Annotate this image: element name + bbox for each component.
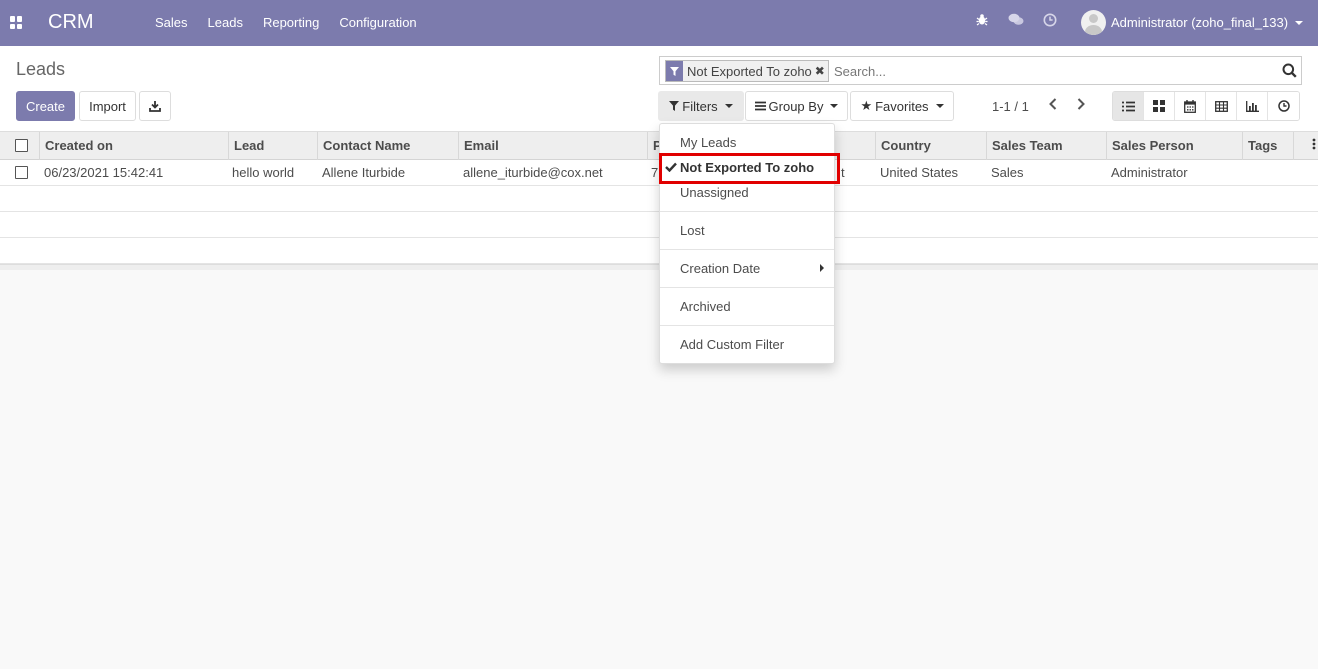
filters-label: Filters [682, 98, 718, 114]
col-phone[interactable]: P [647, 132, 659, 160]
search-facet: Not Exported To zoho ✖ [665, 60, 829, 82]
col-country[interactable]: Country [875, 132, 987, 160]
pivot-view-icon[interactable] [1206, 92, 1237, 120]
group-by-label: Group By [768, 98, 824, 114]
graph-view-icon[interactable] [1237, 92, 1268, 120]
remove-facet-icon[interactable]: ✖ [815, 64, 828, 78]
cell-created-on: 06/23/2021 15:42:41 [44, 165, 164, 180]
page-title: Leads [16, 59, 66, 79]
filter-creation-date[interactable]: Creation Date [660, 261, 834, 276]
user-menu[interactable]: Administrator (zoho_final_133) [1081, 10, 1304, 35]
top-navbar: CRM Sales Leads Reporting Configuration … [0, 0, 1318, 46]
chevron-down-icon [935, 104, 944, 108]
bug-icon[interactable] [970, 13, 994, 33]
divider [660, 211, 834, 212]
favorites-label: Favorites [875, 98, 929, 114]
user-name: Administrator (zoho_final_133) [1111, 15, 1289, 30]
search-icon[interactable] [1282, 63, 1297, 78]
menu-leads[interactable]: Leads [198, 0, 253, 46]
col-sales-person[interactable]: Sales Person [1106, 132, 1243, 160]
filter-my-leads[interactable]: My Leads [660, 135, 834, 150]
main-menu: Sales Leads Reporting Configuration [145, 0, 427, 46]
activity-clock-icon[interactable] [1038, 13, 1062, 33]
cell-phone: 7 [651, 165, 659, 180]
chat-icon[interactable] [1004, 13, 1028, 33]
cell-email: allene_iturbide@cox.net [463, 165, 603, 180]
divider [660, 287, 834, 288]
col-lead[interactable]: Lead [228, 132, 318, 160]
app-brand[interactable]: CRM [48, 11, 94, 34]
filter-icon [666, 61, 683, 81]
col-created-on[interactable]: Created on [39, 132, 229, 160]
optional-columns-icon[interactable] [1293, 132, 1318, 160]
menu-configuration[interactable]: Configuration [329, 0, 426, 46]
systray [970, 13, 1062, 33]
filter-unassigned[interactable]: Unassigned [660, 185, 834, 200]
chevron-down-icon [1295, 20, 1304, 25]
filter-icon [669, 101, 680, 111]
favorites-button[interactable]: ★ Favorites [850, 91, 954, 121]
divider [660, 325, 834, 326]
row-checkbox[interactable] [15, 166, 28, 179]
export-button[interactable] [139, 91, 171, 121]
select-all-checkbox[interactable] [15, 139, 28, 152]
filter-lost[interactable]: Lost [660, 223, 834, 238]
list-view-icon[interactable] [1113, 92, 1144, 120]
add-custom-filter[interactable]: Add Custom Filter [660, 337, 834, 352]
search-input[interactable] [834, 61, 1264, 81]
col-contact-name[interactable]: Contact Name [317, 132, 459, 160]
cell-contact-name: Allene Iturbide [322, 165, 406, 180]
caret-right-icon [820, 264, 824, 272]
chevron-down-icon [724, 104, 733, 108]
apps-menu-icon[interactable] [10, 16, 23, 29]
cell-country: United States [880, 165, 959, 180]
group-by-button[interactable]: Group By [745, 91, 848, 121]
avatar [1081, 10, 1106, 35]
import-button[interactable]: Import [79, 91, 136, 121]
pager-value[interactable]: 1-1 / 1 [992, 99, 1029, 114]
filter-archived[interactable]: Archived [660, 299, 834, 314]
control-panel: Leads Create Import Not Exported To zoho… [0, 46, 1318, 132]
facet-label: Not Exported To zoho [687, 63, 812, 79]
star-icon: ★ [860, 98, 873, 113]
menu-sales[interactable]: Sales [145, 0, 198, 46]
create-button[interactable]: Create [16, 91, 75, 121]
kanban-view-icon[interactable] [1144, 92, 1175, 120]
chevron-down-icon [830, 104, 839, 108]
filters-button[interactable]: Filters [658, 91, 744, 121]
view-switcher [1112, 91, 1300, 121]
menu-reporting[interactable]: Reporting [253, 0, 329, 46]
pager-next-icon[interactable] [1073, 97, 1089, 113]
divider [660, 249, 834, 250]
pager-previous-icon[interactable] [1045, 97, 1061, 113]
col-email[interactable]: Email [458, 132, 648, 160]
search-bar: Not Exported To zoho ✖ [659, 56, 1302, 85]
activity-view-icon[interactable] [1268, 92, 1299, 120]
filter-label: Creation Date [680, 261, 761, 276]
cell-sales-team: Sales [991, 165, 1024, 180]
cell-lead: hello world [232, 165, 295, 180]
col-tags[interactable]: Tags [1242, 132, 1294, 160]
download-icon [149, 101, 161, 112]
highlight-box [659, 153, 840, 184]
col-sales-team[interactable]: Sales Team [986, 132, 1107, 160]
calendar-view-icon[interactable] [1175, 92, 1206, 120]
cell-tags [1242, 160, 1247, 185]
cell-sales-person: Administrator [1111, 165, 1188, 180]
bars-icon [754, 101, 766, 111]
